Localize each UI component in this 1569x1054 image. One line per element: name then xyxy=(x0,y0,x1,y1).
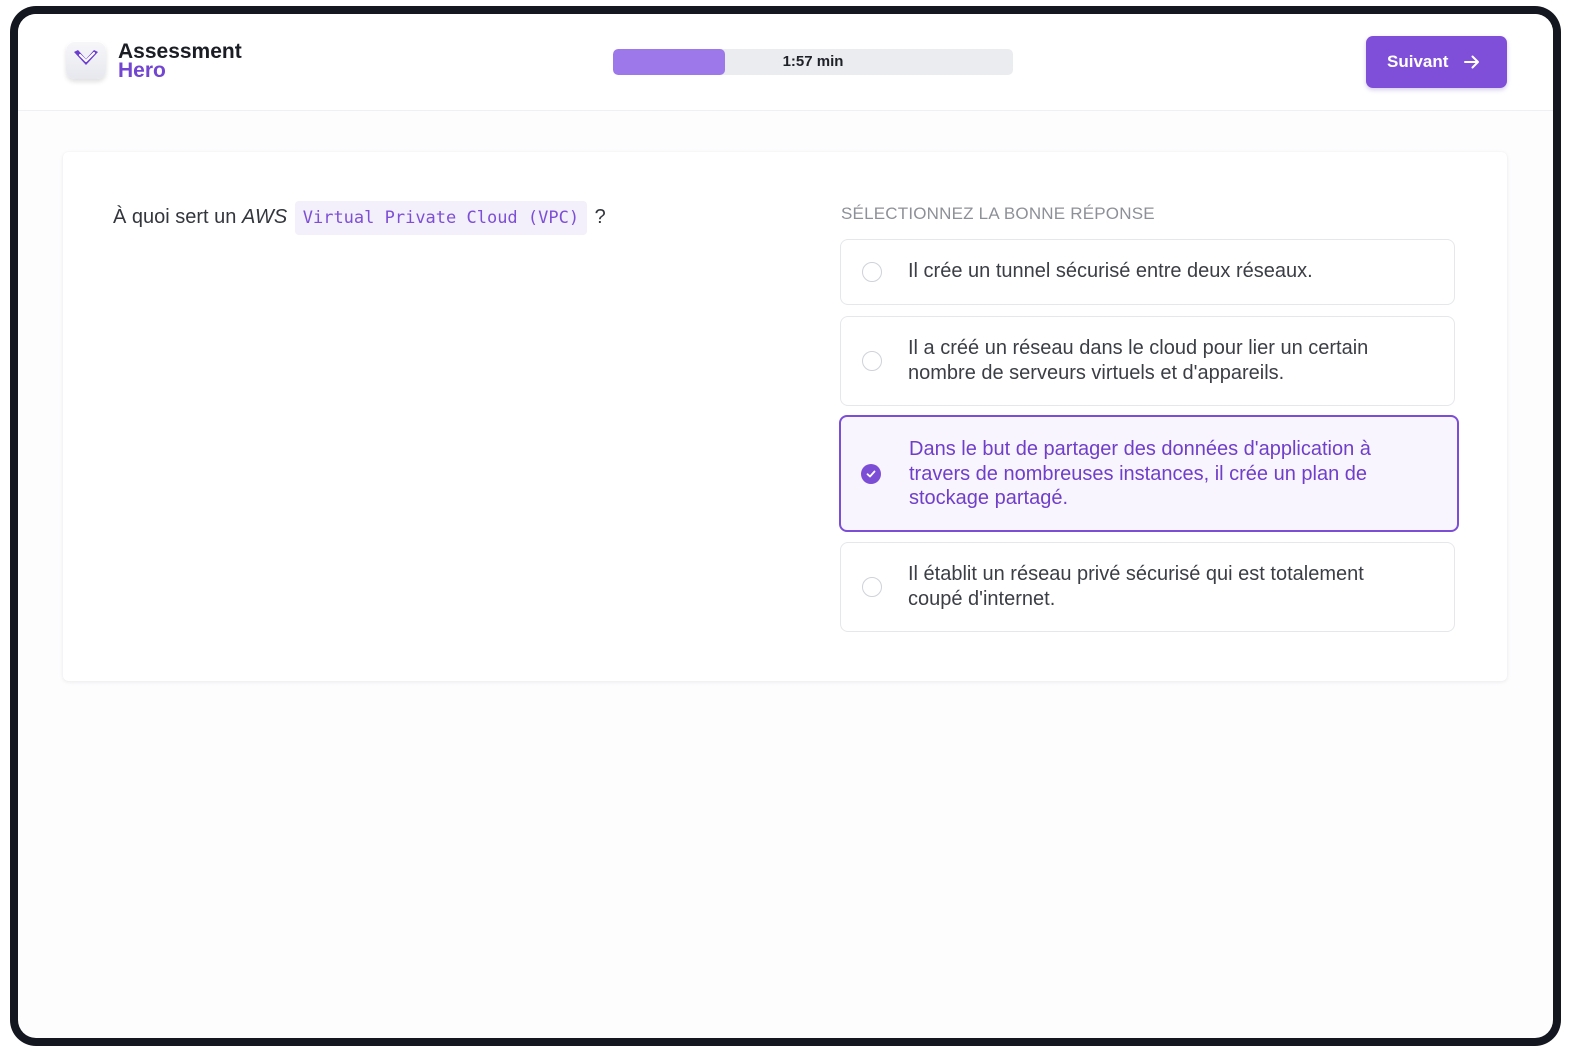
heart-check-icon xyxy=(74,50,98,65)
answer-option-text: Il crée un tunnel sécurisé entre deux ré… xyxy=(908,260,1313,282)
next-button-label: Suivant xyxy=(1387,52,1449,71)
answer-option-4[interactable]: Il établit un réseau privé sécurisé qui … xyxy=(840,542,1455,632)
check-icon xyxy=(866,470,876,478)
radio-button[interactable] xyxy=(862,577,882,597)
radio-button[interactable] xyxy=(862,351,882,371)
next-button[interactable]: Suivant xyxy=(1366,36,1507,88)
answers-heading: SÉLECTIONNEZ LA BONNE RÉPONSE xyxy=(841,204,1155,223)
question-suffix: ? xyxy=(594,206,606,228)
brand-name: Assessment Hero xyxy=(118,41,242,82)
answer-option-3[interactable]: Dans le but de partager des données d'ap… xyxy=(839,415,1459,532)
device-frame: Assessment Hero 1:57 min Suivant À quoi … xyxy=(10,6,1561,1046)
timer-label: 1:57 min xyxy=(782,53,844,70)
brand-name-line2: Hero xyxy=(118,59,166,82)
answer-option-1[interactable]: Il crée un tunnel sécurisé entre deux ré… xyxy=(840,239,1455,305)
question-emphasis: AWS xyxy=(241,206,288,228)
answer-option-text: Il établit un réseau privé sécurisé qui … xyxy=(908,563,1364,610)
top-bar: Assessment Hero 1:57 min Suivant xyxy=(18,14,1553,111)
radio-button[interactable] xyxy=(862,262,882,282)
question-code: Virtual Private Cloud (VPC) xyxy=(294,201,588,235)
radio-button-checked[interactable] xyxy=(861,464,881,484)
question-card: À quoi sert un AWS Virtual Private Cloud… xyxy=(63,152,1507,681)
question-text: À quoi sert un AWS Virtual Private Cloud… xyxy=(113,200,606,235)
app-screen: Assessment Hero 1:57 min Suivant À quoi … xyxy=(18,14,1553,1038)
answer-option-2[interactable]: Il a créé un réseau dans le cloud pour l… xyxy=(840,316,1455,406)
logo xyxy=(66,41,106,79)
answer-option-text: Dans le but de partager des données d'ap… xyxy=(909,438,1371,509)
answer-option-text: Il a créé un réseau dans le cloud pour l… xyxy=(908,337,1369,384)
arrow-right-icon xyxy=(1464,55,1479,69)
question-prefix: À quoi sert un xyxy=(113,206,242,228)
timer-progress-bar: 1:57 min xyxy=(613,49,1013,75)
